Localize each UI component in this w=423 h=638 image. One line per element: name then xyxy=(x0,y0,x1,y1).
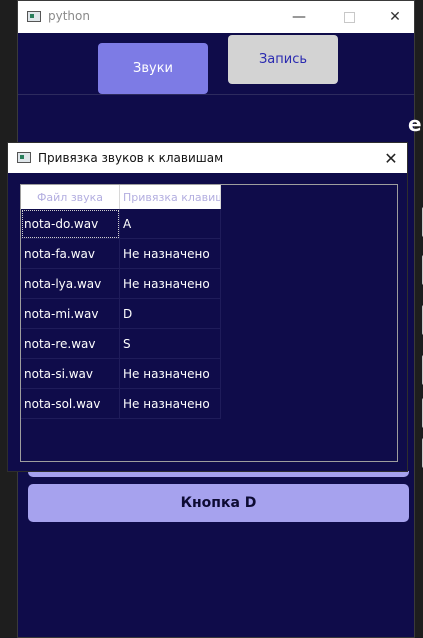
cell-file[interactable]: nota-si.wav xyxy=(21,359,120,389)
tab-record[interactable]: Запись xyxy=(228,35,338,84)
column-header-key[interactable]: Привязка клавиш xyxy=(120,185,221,209)
table-row[interactable]: nota-mi.wav D xyxy=(21,299,221,329)
dialog-titlebar: Привязка звуков к клавишам ✕ xyxy=(8,143,407,173)
table-row[interactable]: nota-si.wav Не назначено xyxy=(21,359,221,389)
column-header-file[interactable]: Файл звука xyxy=(21,185,120,209)
table-header: Файл звука Привязка клавиш xyxy=(21,185,221,209)
table-row[interactable]: nota-lya.wav Не назначено xyxy=(21,269,221,299)
dialog-close-button[interactable]: ✕ xyxy=(375,143,407,173)
minimize-button[interactable]: — xyxy=(276,1,322,33)
window-title: python xyxy=(48,9,90,23)
key-d-button[interactable]: Кнопка D xyxy=(28,484,409,522)
cell-file[interactable]: nota-fa.wav xyxy=(21,239,120,269)
cell-file[interactable]: nota-lya.wav xyxy=(21,269,120,299)
cell-key[interactable]: S xyxy=(120,329,221,359)
divider xyxy=(18,94,414,95)
table-body: nota-do.wav A nota-fa.wav Не назначено n… xyxy=(21,209,221,419)
cell-key[interactable]: Не назначено xyxy=(120,269,221,299)
cell-file[interactable]: nota-do.wav xyxy=(21,209,120,239)
minimize-icon: — xyxy=(292,9,306,25)
dialog-app-icon xyxy=(17,152,31,163)
maximize-button[interactable] xyxy=(326,1,372,33)
app-icon xyxy=(27,11,41,22)
cell-key[interactable]: Не назначено xyxy=(120,239,221,269)
table-row[interactable]: nota-sol.wav Не назначено xyxy=(21,389,221,419)
close-button[interactable]: ✕ xyxy=(372,1,418,33)
bindings-table[interactable]: Файл звука Привязка клавиш nota-do.wav A… xyxy=(20,184,398,462)
cell-key[interactable]: A xyxy=(120,209,221,239)
cell-file[interactable]: nota-sol.wav xyxy=(21,389,120,419)
cell-key[interactable]: Не назначено xyxy=(120,389,221,419)
table-row[interactable]: nota-do.wav A xyxy=(21,209,221,239)
main-titlebar: python — ✕ xyxy=(18,1,414,33)
cell-key[interactable]: Не назначено xyxy=(120,359,221,389)
tab-sounds[interactable]: Звуки xyxy=(98,43,208,94)
close-icon: ✕ xyxy=(389,9,401,25)
cell-file[interactable]: nota-mi.wav xyxy=(21,299,120,329)
background-heading-fragment: е xyxy=(408,112,422,136)
cell-file[interactable]: nota-re.wav xyxy=(21,329,120,359)
table-row[interactable]: nota-fa.wav Не назначено xyxy=(21,239,221,269)
key-binding-dialog: Привязка звуков к клавишам ✕ Файл звука … xyxy=(7,142,408,472)
maximize-icon xyxy=(343,11,355,23)
close-icon: ✕ xyxy=(384,148,398,168)
cell-key[interactable]: D xyxy=(120,299,221,329)
dialog-title: Привязка звуков к клавишам xyxy=(38,151,224,165)
table-row[interactable]: nota-re.wav S xyxy=(21,329,221,359)
